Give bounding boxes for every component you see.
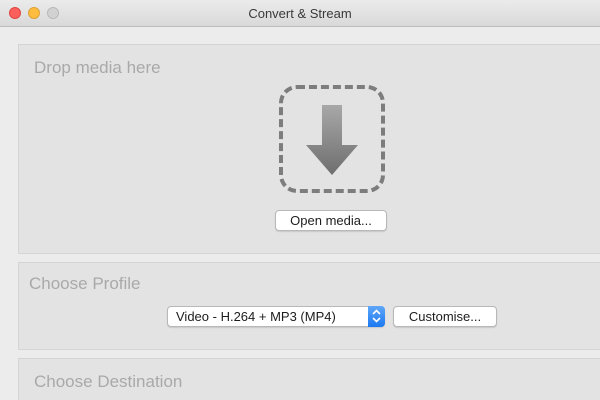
drop-media-panel[interactable]: Drop media here Open media... (18, 44, 600, 254)
window-title: Convert & Stream (248, 6, 352, 21)
open-media-button[interactable]: Open media... (275, 210, 387, 231)
drop-media-heading: Drop media here (34, 58, 161, 77)
drop-zone[interactable] (279, 85, 385, 193)
profile-select[interactable]: Video - H.264 + MP3 (MP4) (167, 306, 385, 327)
up-down-chevron-icon[interactable] (368, 306, 385, 327)
convert-stream-window: Convert & Stream Drop media here Open me… (0, 0, 600, 400)
profile-select-value: Video - H.264 + MP3 (MP4) (176, 309, 336, 324)
choose-profile-panel: Choose Profile Video - H.264 + MP3 (MP4)… (18, 262, 600, 350)
choose-destination-heading: Choose Destination (34, 372, 183, 391)
download-arrow-icon (306, 105, 358, 175)
customise-button[interactable]: Customise... (393, 306, 497, 327)
choose-profile-heading: Choose Profile (29, 274, 141, 293)
choose-destination-panel: Choose Destination (18, 358, 600, 400)
title-bar[interactable]: Convert & Stream (0, 0, 600, 27)
